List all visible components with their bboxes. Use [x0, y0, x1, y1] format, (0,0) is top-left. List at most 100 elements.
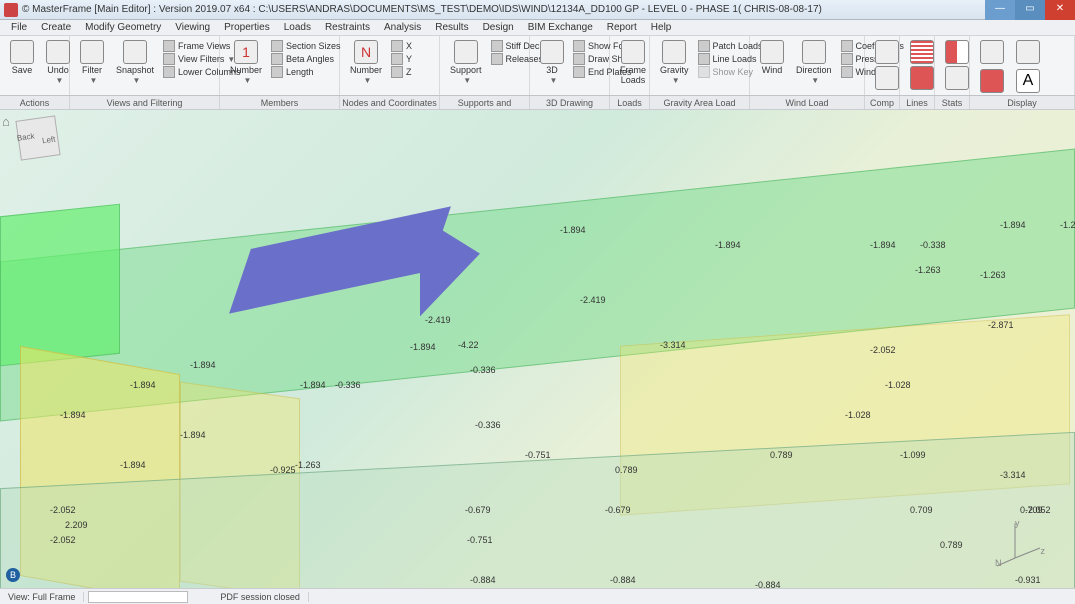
- group-label: Gravity Area Load: [650, 96, 750, 109]
- load-value-label: -1.894: [130, 380, 156, 390]
- menu-analysis[interactable]: Analysis: [377, 22, 428, 33]
- status-dropdown[interactable]: [88, 591, 188, 603]
- load-value-label: -1.894: [60, 410, 86, 420]
- node-y-button[interactable]: Y: [388, 53, 415, 65]
- window-title: © MasterFrame [Main Editor] : Version 20…: [22, 4, 985, 15]
- load-value-label: 0.789: [940, 540, 963, 550]
- ribbon: Save Undo▼ Filter▼ Snapshot▼ Frame Views…: [0, 36, 1075, 96]
- group-label: Views and Filtering: [70, 96, 220, 109]
- load-value-label: 0.709: [910, 505, 933, 515]
- menu-create[interactable]: Create: [34, 22, 78, 33]
- node-number-button[interactable]: NNumber▼: [344, 38, 388, 85]
- node-x-button[interactable]: X: [388, 40, 415, 52]
- load-value-label: -1.894: [410, 342, 436, 352]
- menu-file[interactable]: File: [4, 22, 34, 33]
- menu-loads[interactable]: Loads: [277, 22, 318, 33]
- length-button[interactable]: Length: [268, 66, 344, 78]
- node-z-button[interactable]: Z: [388, 66, 415, 78]
- load-value-label: -1.894: [300, 380, 326, 390]
- save-button[interactable]: Save: [4, 38, 40, 76]
- close-button[interactable]: ✕: [1045, 0, 1075, 20]
- load-value-label: -1.2: [1060, 220, 1075, 230]
- beta-angles-button[interactable]: Beta Angles: [268, 53, 344, 65]
- group-label: Comp: [865, 96, 900, 109]
- menu-design[interactable]: Design: [476, 22, 521, 33]
- 3d-button[interactable]: 3D▼: [534, 38, 570, 85]
- ribbon-group-labels: ActionsViews and FilteringMembersNodes a…: [0, 96, 1075, 110]
- load-value-label: -1.028: [845, 410, 871, 420]
- group-label: Stats: [935, 96, 970, 109]
- load-value-label: -0.925: [270, 465, 296, 475]
- axis-indicator: yzN: [995, 518, 1045, 568]
- group-label: Loads: [610, 96, 650, 109]
- group-label: Nodes and Coordinates: [340, 96, 440, 109]
- status-bar: View: Full Frame PDF session closed: [0, 588, 1075, 604]
- maximize-button[interactable]: ▭: [1015, 0, 1045, 20]
- frame-loads-button[interactable]: Frame Loads: [614, 38, 652, 86]
- load-value-label: 2.209: [65, 520, 88, 530]
- group-label: Actions: [0, 96, 70, 109]
- load-value-label: -1.099: [900, 450, 926, 460]
- load-value-label: -1.263: [295, 460, 321, 470]
- nav-cube[interactable]: Back Left: [15, 115, 60, 160]
- load-value-label: -1.263: [915, 265, 941, 275]
- home-icon[interactable]: ⌂: [2, 114, 10, 129]
- load-value-label: -4.22: [458, 340, 479, 350]
- group-label: 3D Drawing: [530, 96, 610, 109]
- minimize-button[interactable]: —: [985, 0, 1015, 20]
- load-value-label: -1.894: [190, 360, 216, 370]
- status-pdf: PDF session closed: [212, 592, 309, 602]
- filter-button[interactable]: Filter▼: [74, 38, 110, 85]
- load-value-label: -2.419: [425, 315, 451, 325]
- load-value-label: -0.336: [335, 380, 361, 390]
- group-label: Wind Load: [750, 96, 865, 109]
- 3d-viewport[interactable]: ⌂ Back Left -1.894 -1.894 -1.894 2.209 -2.05…: [0, 110, 1075, 588]
- load-value-label: -0.751: [467, 535, 493, 545]
- load-value-label: -1.894: [870, 240, 896, 250]
- load-value-label: 0.789: [615, 465, 638, 475]
- group-label: Supports and Restraints: [440, 96, 530, 109]
- load-value-label: -0.336: [475, 420, 501, 430]
- load-value-label: -0.884: [610, 575, 636, 585]
- load-value-label: -2.052: [870, 345, 896, 355]
- load-value-label: -0.751: [525, 450, 551, 460]
- snapshot-button[interactable]: Snapshot▼: [110, 38, 160, 85]
- menu-modify-geometry[interactable]: Modify Geometry: [78, 22, 168, 33]
- axis-button[interactable]: [974, 67, 1010, 93]
- menu-bim-exchange[interactable]: BIM Exchange: [521, 22, 600, 33]
- load-value-label: -3.314: [660, 340, 686, 350]
- support-button[interactable]: Support▼: [444, 38, 488, 85]
- section-sizes-button[interactable]: Section Sizes: [268, 40, 344, 52]
- load-value-label: -0.679: [465, 505, 491, 515]
- wind-button[interactable]: Wind: [754, 38, 790, 76]
- gravity-button[interactable]: Gravity▼: [654, 38, 695, 85]
- load-value-label: -0.931: [1015, 575, 1041, 585]
- menu-restraints[interactable]: Restraints: [318, 22, 377, 33]
- member-number-button[interactable]: 1Number▼: [224, 38, 268, 85]
- load-value-label: -0.884: [755, 580, 781, 588]
- load-value-label: 0.789: [770, 450, 793, 460]
- menu-bar: FileCreateModify GeometryViewingProperti…: [0, 20, 1075, 36]
- load-value-label: -0.679: [605, 505, 631, 515]
- load-value-label: -2.052: [50, 505, 76, 515]
- load-value-label: -1.894: [715, 240, 741, 250]
- menu-results[interactable]: Results: [428, 22, 475, 33]
- load-value-label: -1.894: [180, 430, 206, 440]
- group-label: Members: [220, 96, 340, 109]
- menu-properties[interactable]: Properties: [217, 22, 277, 33]
- menu-report[interactable]: Report: [600, 22, 644, 33]
- load-value-label: -2.419: [580, 295, 606, 305]
- drop-button[interactable]: [1010, 38, 1046, 64]
- status-view: View: Full Frame: [0, 592, 84, 602]
- b-badge[interactable]: B: [6, 568, 20, 582]
- load-value-label: -0.336: [470, 365, 496, 375]
- menu-help[interactable]: Help: [644, 22, 679, 33]
- settings-button[interactable]: [974, 38, 1010, 64]
- load-value-label: -3.314: [1000, 470, 1026, 480]
- menu-viewing[interactable]: Viewing: [168, 22, 217, 33]
- app-icon: [4, 3, 18, 17]
- direction-button[interactable]: Direction▼: [790, 38, 838, 85]
- load-value-label: -0.884: [470, 575, 496, 585]
- load-value-label: -2.052: [50, 535, 76, 545]
- text-button[interactable]: A: [1010, 67, 1046, 93]
